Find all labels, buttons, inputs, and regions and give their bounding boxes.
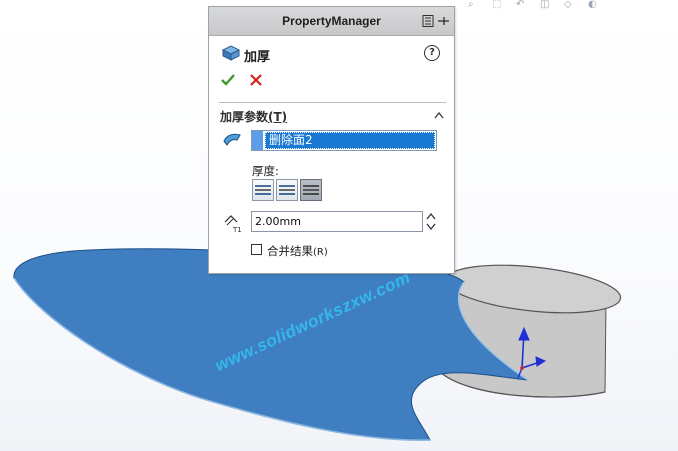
spin-down-icon[interactable] bbox=[426, 223, 436, 231]
thicken-feature-icon bbox=[221, 45, 241, 61]
selected-face-item[interactable]: 删除面2 bbox=[265, 132, 435, 149]
thickness-label: 厚度: bbox=[252, 164, 279, 178]
panel-header: PropertyManager bbox=[209, 7, 454, 36]
chevron-up-icon[interactable] bbox=[434, 111, 444, 119]
property-manager-panel: PropertyManager 加厚 ? 加厚参数(T) 删除面2 厚度: T1… bbox=[208, 6, 455, 274]
pin-icon[interactable] bbox=[422, 15, 450, 27]
previous-view-icon[interactable]: ↶ bbox=[516, 0, 532, 9]
divider bbox=[219, 102, 446, 103]
surface-face-icon bbox=[223, 133, 241, 146]
zoom-icon[interactable]: ⌕ bbox=[468, 0, 484, 9]
help-icon[interactable]: ? bbox=[424, 45, 440, 61]
thickness-options bbox=[252, 179, 322, 201]
merge-result-shortcut: (R) bbox=[313, 247, 328, 258]
view-toolbar: ⌕ ⬚ ↶ ◫ ◇ ◐ bbox=[468, 0, 604, 10]
group-shortcut: (T) bbox=[268, 110, 288, 124]
thicken-side1-icon bbox=[255, 185, 271, 195]
feature-header: 加厚 ? bbox=[221, 44, 442, 65]
merge-result-label: 合并结果 bbox=[267, 244, 313, 258]
ok-button[interactable] bbox=[221, 73, 235, 87]
thickness-input[interactable] bbox=[251, 211, 423, 232]
merge-result-text: 合并结果(R) bbox=[267, 243, 328, 259]
group-title[interactable]: 加厚参数(T) bbox=[220, 108, 287, 125]
merge-result-checkbox[interactable] bbox=[251, 244, 262, 255]
feature-title: 加厚 bbox=[244, 50, 271, 65]
section-view-icon[interactable]: ◫ bbox=[540, 0, 556, 9]
group-title-label: 加厚参数 bbox=[220, 110, 269, 124]
selection-color-strip bbox=[252, 131, 263, 150]
face-selection-row: 删除面2 bbox=[219, 130, 439, 152]
display-style-icon[interactable]: ◐ bbox=[588, 0, 604, 9]
thicken-side2-button[interactable] bbox=[300, 179, 322, 201]
distance-icon-label: T1 bbox=[232, 226, 242, 233]
thicken-side2-icon bbox=[303, 185, 319, 195]
spin-up-icon[interactable] bbox=[426, 212, 436, 220]
thicken-side1-button[interactable] bbox=[252, 179, 274, 201]
distance-t1-icon: T1 bbox=[224, 215, 242, 233]
spin-stepper[interactable] bbox=[425, 211, 437, 232]
thickness-distance-row: T1 bbox=[219, 211, 439, 233]
face-selection-box[interactable]: 删除面2 bbox=[251, 130, 437, 151]
view-orientation-icon[interactable]: ◇ bbox=[564, 0, 580, 9]
panel-title: PropertyManager bbox=[282, 14, 381, 28]
zoom-area-icon[interactable]: ⬚ bbox=[492, 0, 508, 9]
thicken-both-icon bbox=[279, 185, 295, 195]
merge-result-option[interactable]: 合并结果(R) bbox=[251, 243, 371, 259]
cancel-button[interactable] bbox=[249, 73, 263, 87]
thicken-both-button[interactable] bbox=[276, 179, 298, 201]
